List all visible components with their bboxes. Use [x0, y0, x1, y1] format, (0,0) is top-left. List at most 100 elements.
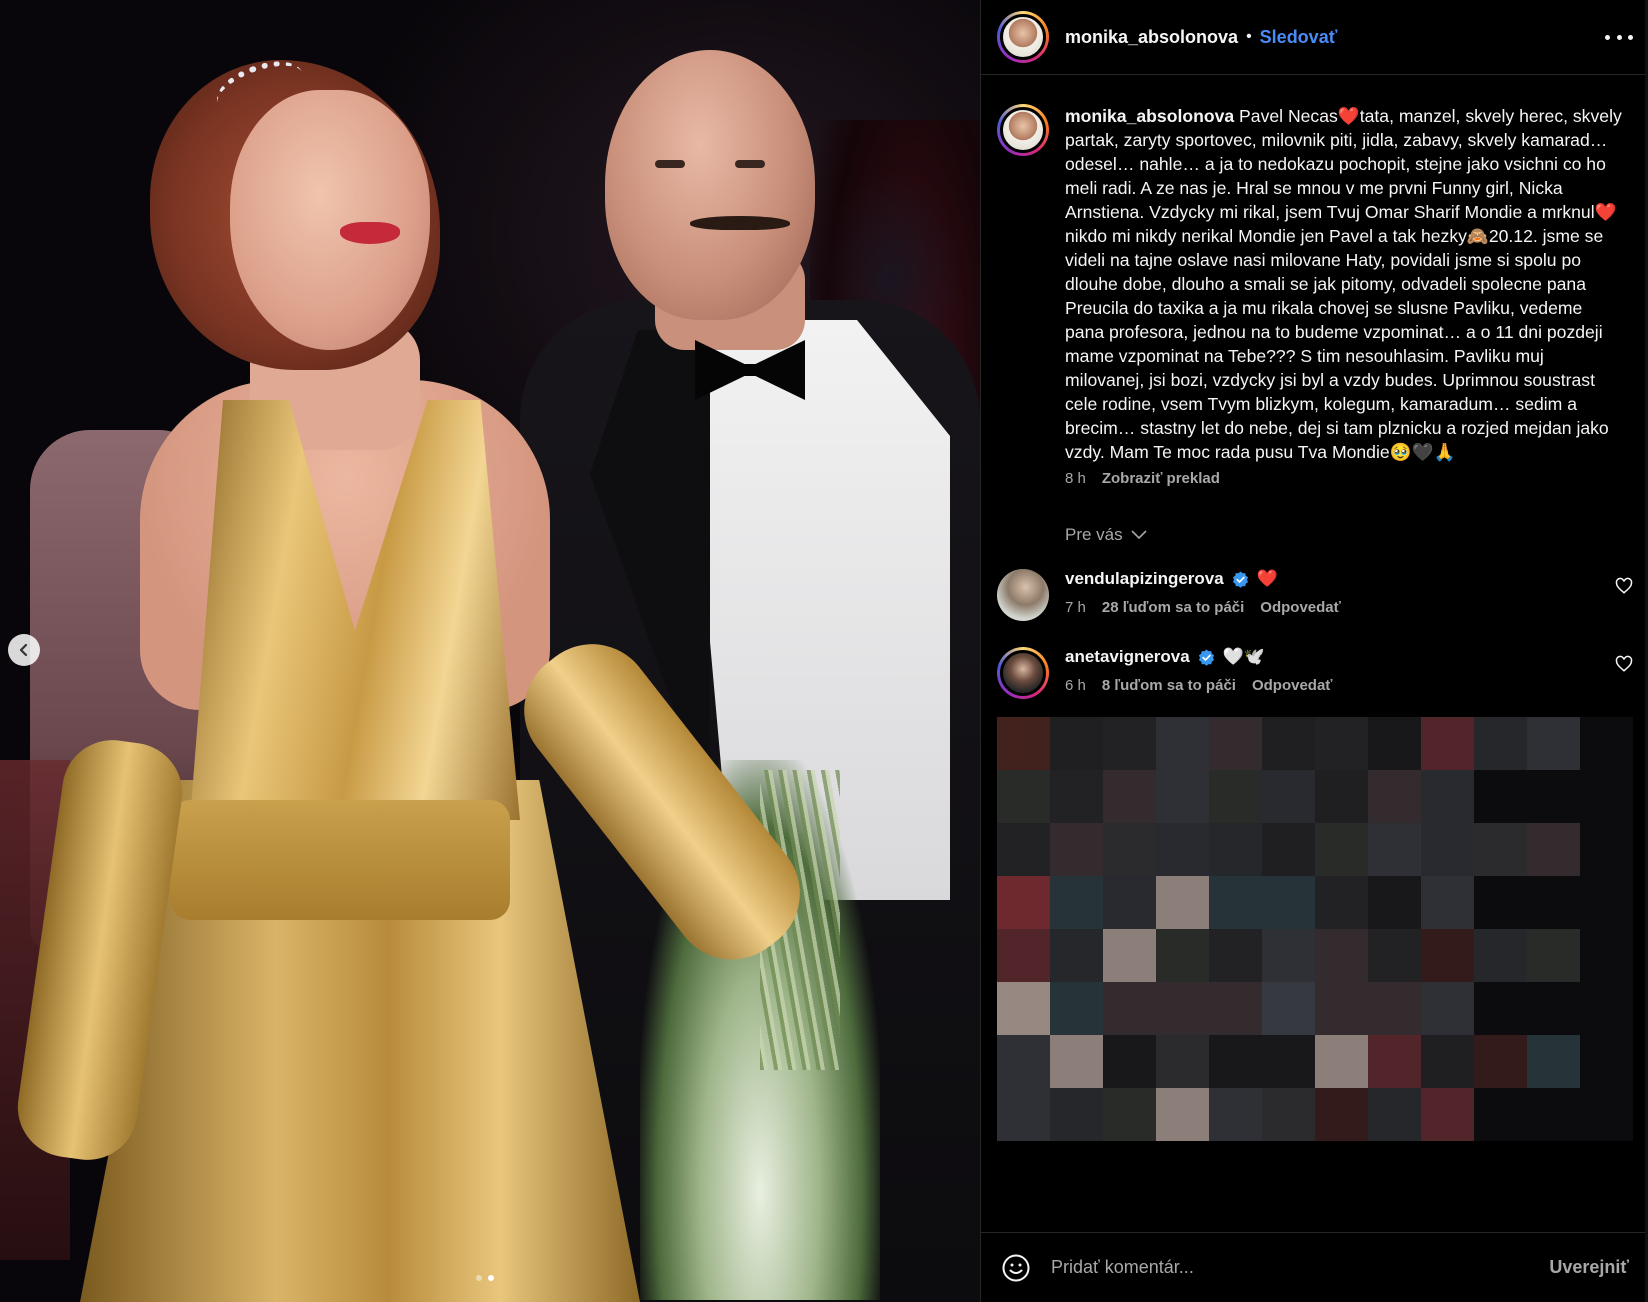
carousel-dot-active	[488, 1275, 494, 1281]
pixel-block	[1209, 876, 1262, 929]
more-options-icon[interactable]	[1605, 27, 1633, 47]
author-username[interactable]: monika_absolonova	[1065, 27, 1238, 48]
comment-meta: 7 h 28 ľuďom sa to páči Odpovedať	[1065, 599, 1341, 616]
pixel-block	[1050, 876, 1103, 929]
pixel-block	[1474, 717, 1527, 770]
pixel-block	[997, 823, 1050, 876]
comment-username[interactable]: anetavignerova	[1065, 647, 1190, 667]
caption-body: monika_absolonova Pavel Necas❤️tata, man…	[1065, 104, 1625, 487]
caption: monika_absolonova Pavel Necas❤️tata, man…	[997, 104, 1633, 487]
pixel-block	[1315, 1088, 1368, 1141]
pixel-block	[1368, 717, 1421, 770]
pixel-block	[1474, 929, 1527, 982]
pixel-block	[1421, 717, 1474, 770]
comments-scroll-area[interactable]: monika_absolonova Pavel Necas❤️tata, man…	[981, 76, 1648, 1231]
pixel-block	[1262, 876, 1315, 929]
comment-text: 🤍🕊️	[1222, 647, 1266, 666]
pixel-block	[1209, 982, 1262, 1035]
pixel-block	[1527, 1088, 1580, 1141]
pixel-block	[1315, 770, 1368, 823]
comment-likes[interactable]: 8 ľuďom sa to páči	[1102, 677, 1236, 694]
pixel-block	[1209, 823, 1262, 876]
pixel-block	[1421, 982, 1474, 1035]
pixel-block	[1368, 1088, 1421, 1141]
avatar-image	[997, 569, 1049, 621]
carousel-dot	[476, 1275, 482, 1281]
pixel-block	[1262, 1035, 1315, 1088]
man-mustache	[690, 216, 790, 230]
pixel-block	[1103, 717, 1156, 770]
pixel-block	[1209, 1035, 1262, 1088]
comment-username[interactable]: vendulapizingerova	[1065, 569, 1224, 589]
pixel-block	[1262, 717, 1315, 770]
pixel-block	[1368, 1035, 1421, 1088]
commenter-avatar[interactable]	[997, 647, 1049, 699]
pixel-block	[1315, 929, 1368, 982]
like-heart-icon[interactable]	[1615, 577, 1633, 595]
comment-item: vendulapizingerova ❤️ 7 h 28 ľuďom sa to…	[997, 569, 1633, 621]
post-photo[interactable]	[0, 0, 980, 1302]
pixel-block	[1580, 929, 1633, 982]
pixel-block	[1580, 1088, 1633, 1141]
caption-content: Pavel Necas❤️tata, manzel, skvely herec,…	[1065, 106, 1627, 462]
comment-line: anetavignerova 🤍🕊️	[1065, 647, 1332, 667]
reply-button[interactable]: Odpovedať	[1260, 599, 1341, 616]
emoji-icon[interactable]	[1001, 1253, 1031, 1283]
chevron-down-icon	[1131, 530, 1147, 540]
translate-button[interactable]: Zobraziť preklad	[1102, 470, 1220, 487]
pixel-block	[1103, 1035, 1156, 1088]
dress-belt	[170, 800, 510, 920]
caption-author-avatar[interactable]	[997, 104, 1049, 156]
comment-meta: 6 h 8 ľuďom sa to páči Odpovedať	[1065, 677, 1332, 694]
pixel-block	[1527, 982, 1580, 1035]
verified-badge-icon	[1198, 648, 1214, 666]
caption-time[interactable]: 8 h	[1065, 470, 1086, 487]
post-comment-button[interactable]: Uverejniť	[1549, 1257, 1629, 1278]
reply-button[interactable]: Odpovedať	[1252, 677, 1333, 694]
comment-line: vendulapizingerova ❤️	[1065, 569, 1341, 589]
pixelated-comments-placeholder	[997, 717, 1633, 1141]
like-heart-icon[interactable]	[1615, 655, 1633, 673]
pixel-block	[1421, 823, 1474, 876]
pixel-block	[1156, 770, 1209, 823]
comment-likes[interactable]: 28 ľuďom sa to páči	[1102, 599, 1244, 616]
chevron-left-icon	[19, 643, 28, 657]
pixel-block	[1580, 823, 1633, 876]
pixel-block	[997, 1035, 1050, 1088]
comment-body: anetavignerova 🤍🕊️ 6 h 8 ľuďom sa to páč…	[1065, 647, 1332, 694]
pixel-block	[1050, 1035, 1103, 1088]
pixel-block	[1527, 717, 1580, 770]
pixel-block	[1156, 823, 1209, 876]
pixel-block	[1368, 876, 1421, 929]
pixel-block	[1262, 982, 1315, 1035]
pixel-block	[1262, 1088, 1315, 1141]
pixel-block	[1103, 1088, 1156, 1141]
author-avatar[interactable]	[997, 11, 1049, 63]
caption-meta: 8 h Zobraziť preklad	[1065, 470, 1625, 487]
pixel-block	[1156, 717, 1209, 770]
pixel-block	[1156, 1088, 1209, 1141]
carousel-prev-button[interactable]	[8, 634, 40, 666]
commenter-avatar[interactable]	[997, 569, 1049, 621]
pixel-block	[997, 1088, 1050, 1141]
sort-dropdown[interactable]: Pre vás	[1065, 525, 1633, 545]
pixel-block	[1421, 1088, 1474, 1141]
comment-time[interactable]: 6 h	[1065, 677, 1086, 694]
comment-input[interactable]	[1051, 1257, 1550, 1278]
pixel-block	[1527, 929, 1580, 982]
pixel-block	[1368, 929, 1421, 982]
pixel-block	[1421, 770, 1474, 823]
pixel-block	[1421, 929, 1474, 982]
caption-username[interactable]: monika_absolonova	[1065, 106, 1234, 126]
avatar-image	[1000, 14, 1046, 60]
follow-button[interactable]: Sledovať	[1260, 27, 1338, 48]
pixel-block	[1474, 876, 1527, 929]
pixel-block	[1209, 717, 1262, 770]
man-head	[605, 50, 815, 320]
comment-time[interactable]: 7 h	[1065, 599, 1086, 616]
instagram-post-view: monika_absolonova • Sledovať monika_abso…	[0, 0, 1648, 1302]
pixel-block	[1580, 982, 1633, 1035]
header-separator: •	[1246, 28, 1252, 45]
post-details-panel: monika_absolonova • Sledovať monika_abso…	[980, 0, 1648, 1302]
man-eye-right	[735, 160, 765, 168]
